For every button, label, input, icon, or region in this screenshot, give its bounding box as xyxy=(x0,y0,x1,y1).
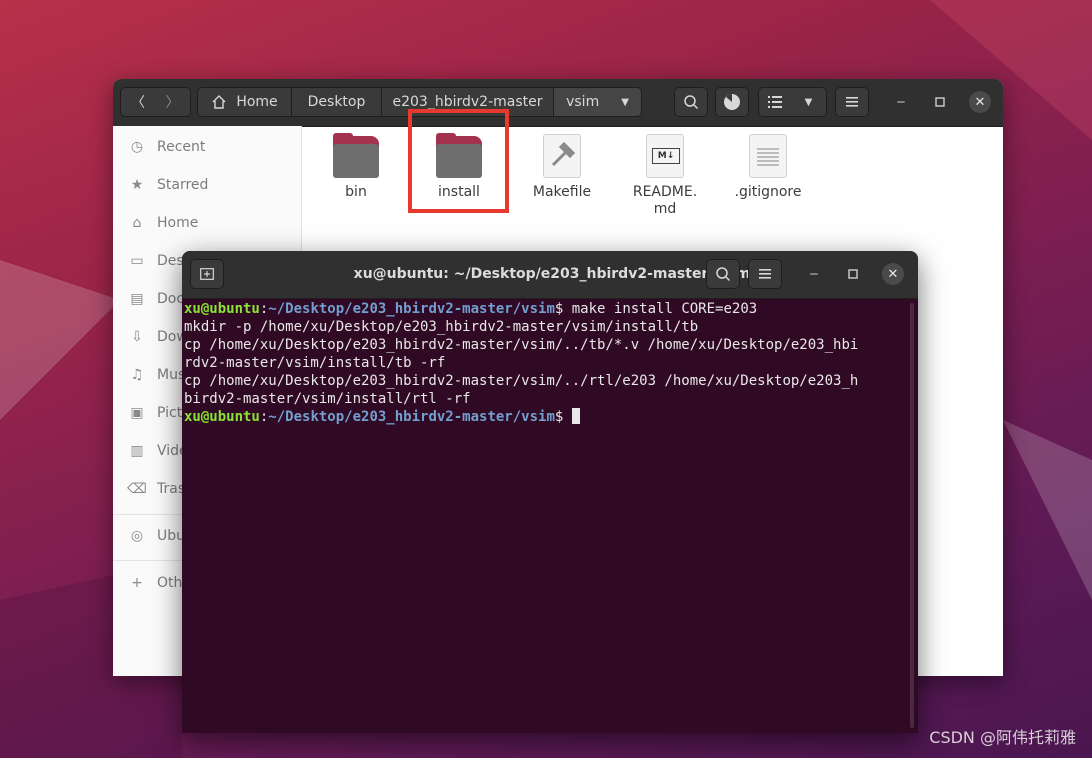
terminal-output[interactable]: xu@ubuntu:~/Desktop/e203_hbirdv2-master/… xyxy=(184,300,906,426)
progress-pie-icon xyxy=(724,94,740,110)
prompt-line: xu@ubuntu:~/Desktop/e203_hbirdv2-master/… xyxy=(184,408,906,426)
sidebar-item-label: Starred xyxy=(157,177,209,193)
music-icon: ♫ xyxy=(130,367,144,383)
terminal-minimize-button[interactable]: ‒ xyxy=(804,264,824,284)
picture-icon: ▣ xyxy=(130,405,144,421)
minimize-button[interactable]: ‒ xyxy=(891,92,911,112)
minimize-icon: ‒ xyxy=(896,94,906,110)
file-item-makefile[interactable]: Makefile xyxy=(517,134,607,201)
terminal-maximize-button[interactable] xyxy=(843,264,863,284)
back-button[interactable]: 〈 xyxy=(120,87,156,117)
list-view-icon xyxy=(768,96,782,108)
operations-button[interactable] xyxy=(715,87,749,117)
sidebar-item-label: Recent xyxy=(157,139,206,155)
new-tab-icon xyxy=(200,268,214,280)
file-item-bin[interactable]: bin xyxy=(311,133,401,201)
close-icon: ✕ xyxy=(887,266,899,282)
output-line: birdv2-master/vsim/install/rtl -rf xyxy=(184,391,471,407)
folder-icon xyxy=(333,133,379,178)
close-button[interactable]: ✕ xyxy=(969,91,991,113)
terminal-search-button[interactable] xyxy=(706,259,740,289)
file-item-gitignore[interactable]: .gitignore xyxy=(723,134,813,201)
file-name: Makefile xyxy=(532,184,592,200)
plus-icon: + xyxy=(131,575,143,591)
hamburger-icon xyxy=(759,269,771,279)
file-item-readme[interactable]: M↓ README. md xyxy=(620,134,710,218)
chevron-left-icon: 〈 xyxy=(131,95,145,111)
sidebar-item-home[interactable]: ⌂ Home xyxy=(113,206,301,240)
dropdown-arrow-icon: ▼ xyxy=(621,96,629,108)
search-icon xyxy=(684,95,699,110)
file-name: README. md xyxy=(620,184,710,218)
prompt-path: ~/Desktop/e203_hbirdv2-master/vsim xyxy=(268,409,555,425)
output-line: cp /home/xu/Desktop/e203_hbirdv2-master/… xyxy=(184,373,859,389)
breadcrumb-label: e203_hbirdv2-master xyxy=(392,94,543,110)
menu-button[interactable] xyxy=(835,87,869,117)
breadcrumb-home[interactable]: Home xyxy=(197,87,292,117)
chevron-right-icon: 〉 xyxy=(165,95,180,111)
close-icon: ✕ xyxy=(974,94,986,110)
breadcrumb-label: Home xyxy=(236,94,278,110)
breadcrumb-vsim[interactable]: vsim ▼ xyxy=(554,87,642,117)
text-cursor xyxy=(571,408,580,424)
prompt-path: ~/Desktop/e203_hbirdv2-master/vsim xyxy=(268,301,555,317)
prompt-user: xu@ubuntu xyxy=(184,409,260,425)
command-text: make install CORE=e203 xyxy=(563,301,758,317)
prompt-dollar: $ xyxy=(554,409,564,425)
output-line: rdv2-master/vsim/install/tb -rf xyxy=(184,355,446,371)
prompt-user: xu@ubuntu xyxy=(184,301,260,317)
output-line: cp /home/xu/Desktop/e203_hbirdv2-master/… xyxy=(184,337,859,353)
terminal-menu-button[interactable] xyxy=(748,259,782,289)
breadcrumb-label: vsim xyxy=(566,94,600,110)
watermark: CSDN @阿伟托莉雅 xyxy=(929,728,1076,747)
breadcrumb-desktop[interactable]: Desktop xyxy=(292,87,382,117)
sidebar-item-label: Home xyxy=(157,215,199,231)
output-line: mkdir -p /home/xu/Desktop/e203_hbirdv2-m… xyxy=(184,319,699,335)
trash-icon: ⌫ xyxy=(127,481,147,497)
minimize-icon: ‒ xyxy=(809,266,819,282)
search-icon xyxy=(716,267,731,282)
home-icon xyxy=(212,95,226,109)
disc-icon: ◎ xyxy=(130,528,144,544)
sidebar-item-starred[interactable]: ★ Starred xyxy=(113,168,301,202)
search-button[interactable] xyxy=(674,87,708,117)
markdown-badge: M↓ xyxy=(652,148,680,164)
hamburger-icon xyxy=(846,97,858,107)
view-list-button[interactable] xyxy=(758,87,792,117)
download-icon: ⇩ xyxy=(131,329,143,345)
markdown-icon: M↓ xyxy=(646,134,684,178)
terminal-close-button[interactable]: ✕ xyxy=(882,263,904,285)
files-headerbar: 〈 〉 Home Desktop e203_hbirdv2-master vsi… xyxy=(113,79,1003,127)
maximize-icon xyxy=(935,97,945,107)
clock-icon: ◷ xyxy=(130,139,144,155)
terminal-headerbar: xu@ubuntu: ~/Desktop/e203_hbirdv2-master… xyxy=(182,251,918,299)
video-icon: ▥ xyxy=(130,443,144,459)
prompt-line: xu@ubuntu:~/Desktop/e203_hbirdv2-master/… xyxy=(184,300,906,318)
document-icon: ▤ xyxy=(130,291,144,307)
file-name: .gitignore xyxy=(734,184,802,200)
file-name-line: md xyxy=(653,201,677,217)
view-options-button[interactable]: ▼ xyxy=(791,87,827,117)
sidebar-item-recent[interactable]: ◷ Recent xyxy=(113,130,301,164)
forward-button[interactable]: 〉 xyxy=(155,87,191,117)
highlight-box xyxy=(408,109,509,213)
text-file-icon xyxy=(749,134,787,178)
maximize-button[interactable] xyxy=(930,92,950,112)
file-name: bin xyxy=(345,184,367,200)
maximize-icon xyxy=(848,269,858,279)
home-icon: ⌂ xyxy=(132,215,142,231)
desktop-icon: ▭ xyxy=(130,253,144,269)
chevron-down-icon: ▼ xyxy=(804,96,813,108)
terminal-window: xu@ubuntu: ~/Desktop/e203_hbirdv2-master… xyxy=(182,251,918,733)
hammer-icon xyxy=(543,134,581,178)
terminal-scrollbar[interactable] xyxy=(910,303,914,728)
star-icon: ★ xyxy=(130,177,144,193)
new-tab-button[interactable] xyxy=(190,259,224,289)
file-name-line: README. xyxy=(632,184,698,200)
breadcrumb-label: Desktop xyxy=(307,94,366,110)
